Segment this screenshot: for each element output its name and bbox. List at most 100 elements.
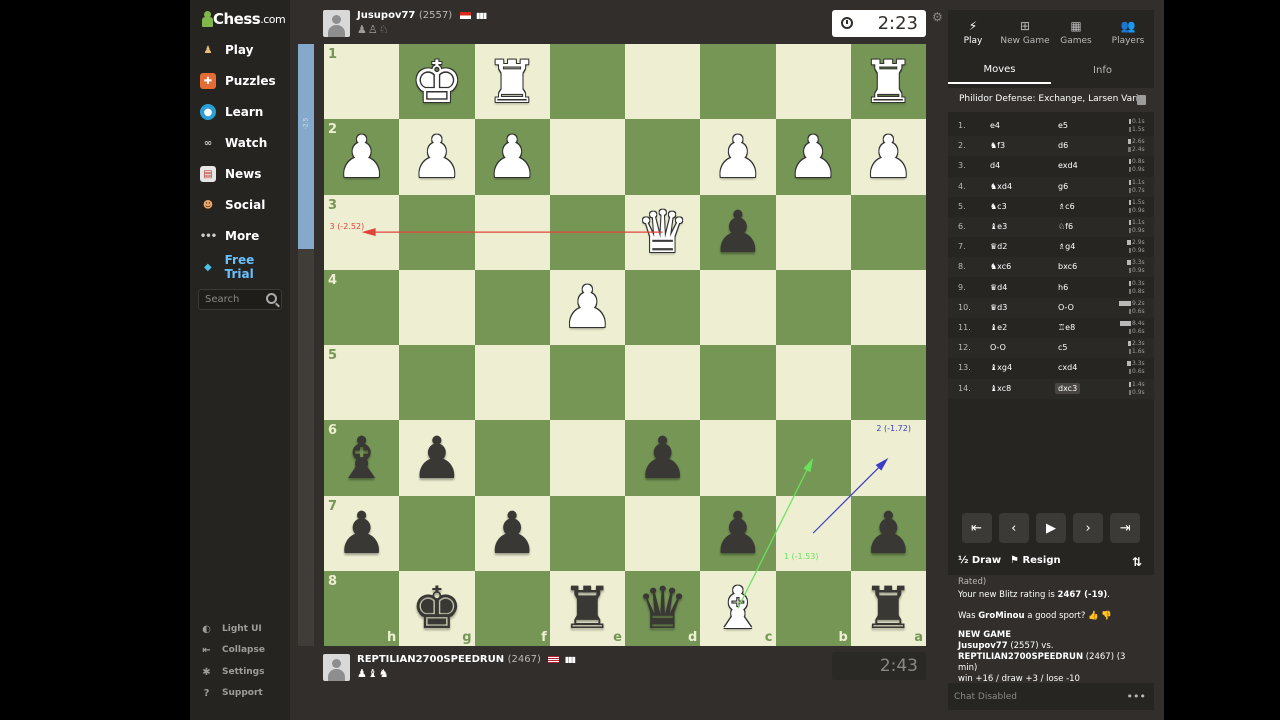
black-queen-piece[interactable]: ♛ [625, 571, 700, 646]
last-move-button[interactable]: ⇥ [1110, 513, 1141, 543]
tab-players[interactable]: 👥 Players [1103, 10, 1153, 50]
white-move[interactable]: e4 [990, 121, 1000, 130]
board-square-b8[interactable]: b [775, 570, 851, 646]
board-square-h5[interactable]: 5 [324, 345, 400, 421]
white-rook-piece[interactable]: ♜ [475, 44, 550, 119]
sidebar-collapse[interactable]: ⇤ Collapse [200, 641, 286, 659]
player-one-name[interactable]: Jusupov77 [958, 641, 1008, 651]
white-pawn-piece[interactable]: ♟ [324, 119, 399, 194]
black-move[interactable]: ♖e8 [1058, 323, 1075, 332]
white-move[interactable]: d4 [990, 161, 1000, 170]
black-pawn-piece[interactable]: ♟ [399, 420, 474, 495]
board-square-f8[interactable]: f [474, 570, 550, 646]
black-pawn-piece[interactable]: ♟ [625, 420, 700, 495]
black-move[interactable]: cxd4 [1058, 363, 1077, 372]
black-pawn-piece[interactable]: ♟ [700, 496, 775, 571]
board-square-c6[interactable] [700, 420, 776, 496]
black-move[interactable]: ♗c6 [1058, 202, 1075, 211]
board-square-g7[interactable] [399, 495, 475, 571]
resign-button[interactable]: ⚑ Resign [1010, 555, 1061, 566]
board-square-b6[interactable] [775, 420, 851, 496]
board-square-h4[interactable]: 4 [324, 269, 400, 345]
search-icon[interactable] [266, 293, 277, 304]
white-move[interactable]: ♞xd4 [990, 182, 1012, 191]
player-name[interactable]: Jusupov77 [357, 10, 415, 21]
white-move[interactable]: ♝xg4 [990, 363, 1012, 372]
black-pawn-piece[interactable]: ♟ [324, 496, 399, 571]
board-square-d5[interactable] [625, 345, 701, 421]
white-move[interactable]: O-O [990, 343, 1006, 352]
avatar[interactable] [323, 654, 350, 681]
board-square-c5[interactable] [700, 345, 776, 421]
sidebar-item-more[interactable]: ••• More [200, 225, 286, 247]
player-two-name[interactable]: REPTILIAN2700SPEEDRUN [958, 652, 1083, 662]
board-square-e3[interactable] [549, 194, 625, 270]
board-square-e7[interactable] [549, 495, 625, 571]
tab-games[interactable]: ▦ Games [1051, 10, 1101, 50]
black-bishop-piece[interactable]: ♝ [324, 420, 399, 495]
board-square-g4[interactable] [399, 269, 475, 345]
black-move[interactable]: O-O [1058, 303, 1074, 312]
board-square-a3[interactable] [850, 194, 926, 270]
black-move[interactable]: g6 [1058, 182, 1068, 191]
white-move[interactable]: ♛d4 [990, 283, 1007, 292]
board-square-e5[interactable] [549, 345, 625, 421]
chat-options-icon[interactable]: ••• [1127, 690, 1146, 703]
white-move[interactable]: ♝xc8 [990, 384, 1011, 393]
chess-com-logo[interactable]: Chess .com [202, 8, 286, 30]
tab-moves[interactable]: Moves [948, 56, 1051, 84]
white-pawn-piece[interactable]: ♟ [475, 119, 550, 194]
flip-board-icon[interactable]: ⇅ [1132, 555, 1142, 569]
previous-move-button[interactable]: ‹ [998, 513, 1029, 543]
white-move[interactable]: ♞f3 [990, 141, 1005, 150]
white-pawn-piece[interactable]: ♟ [776, 119, 851, 194]
thumbs-down-icon[interactable]: 👎 [1101, 611, 1112, 621]
black-king-piece[interactable]: ♚ [399, 571, 474, 646]
white-move[interactable]: ♞c3 [990, 202, 1007, 211]
play-button[interactable]: ▶ [1035, 513, 1066, 543]
avatar[interactable] [323, 10, 350, 37]
white-move[interactable]: ♝e2 [990, 323, 1007, 332]
board-square-h8[interactable]: 8h [324, 570, 400, 646]
thumbs-up-icon[interactable]: 👍 [1088, 611, 1099, 621]
black-move[interactable]: e5 [1058, 121, 1068, 130]
board-square-b5[interactable] [775, 345, 851, 421]
white-pawn-piece[interactable]: ♟ [550, 270, 625, 345]
sidebar-settings[interactable]: ✱ Settings [200, 663, 286, 681]
white-move[interactable]: ♛d2 [990, 242, 1007, 251]
white-pawn-piece[interactable]: ♟ [399, 119, 474, 194]
white-move[interactable]: ♛d3 [990, 303, 1007, 312]
board-square-f6[interactable] [474, 420, 550, 496]
black-move[interactable]: exd4 [1058, 161, 1078, 170]
board-square-g3[interactable] [399, 194, 475, 270]
white-move[interactable]: ♝e3 [990, 222, 1007, 231]
first-move-button[interactable]: ⇤ [961, 513, 992, 543]
white-move[interactable]: ♞xc6 [990, 262, 1011, 271]
black-move[interactable]: h6 [1058, 283, 1068, 292]
sidebar-item-news[interactable]: ▤ News [200, 163, 286, 185]
board-square-g5[interactable] [399, 345, 475, 421]
board-square-a5[interactable] [850, 345, 926, 421]
board-square-b4[interactable] [775, 269, 851, 345]
black-pawn-piece[interactable]: ♟ [851, 496, 926, 571]
board-square-d7[interactable] [625, 495, 701, 571]
board-square-f5[interactable] [474, 345, 550, 421]
board-square-f4[interactable] [474, 269, 550, 345]
next-move-button[interactable]: › [1073, 513, 1104, 543]
sidebar-item-puzzles[interactable]: ✚ Puzzles [200, 70, 286, 92]
board-square-h1[interactable]: 1 [324, 44, 400, 120]
sidebar-item-free-trial[interactable]: ◆ Free Trial [200, 253, 286, 281]
board-square-h3[interactable]: 3 [324, 194, 400, 270]
tab-info[interactable]: Info [1051, 56, 1154, 84]
search-input[interactable]: Search [198, 289, 282, 310]
board-square-d1[interactable] [625, 44, 701, 120]
black-pawn-piece[interactable]: ♟ [475, 496, 550, 571]
board-settings-icon[interactable]: ⚙ [932, 10, 943, 24]
black-move[interactable]: bxc6 [1058, 262, 1077, 271]
board-square-a4[interactable] [850, 269, 926, 345]
draw-button[interactable]: ½ Draw [958, 555, 1001, 566]
white-pawn-piece[interactable]: ♟ [700, 119, 775, 194]
white-bishop-piece[interactable]: ♝ [700, 571, 775, 646]
white-rook-piece[interactable]: ♜ [851, 44, 926, 119]
sidebar-item-social[interactable]: ☻ Social [200, 194, 286, 216]
